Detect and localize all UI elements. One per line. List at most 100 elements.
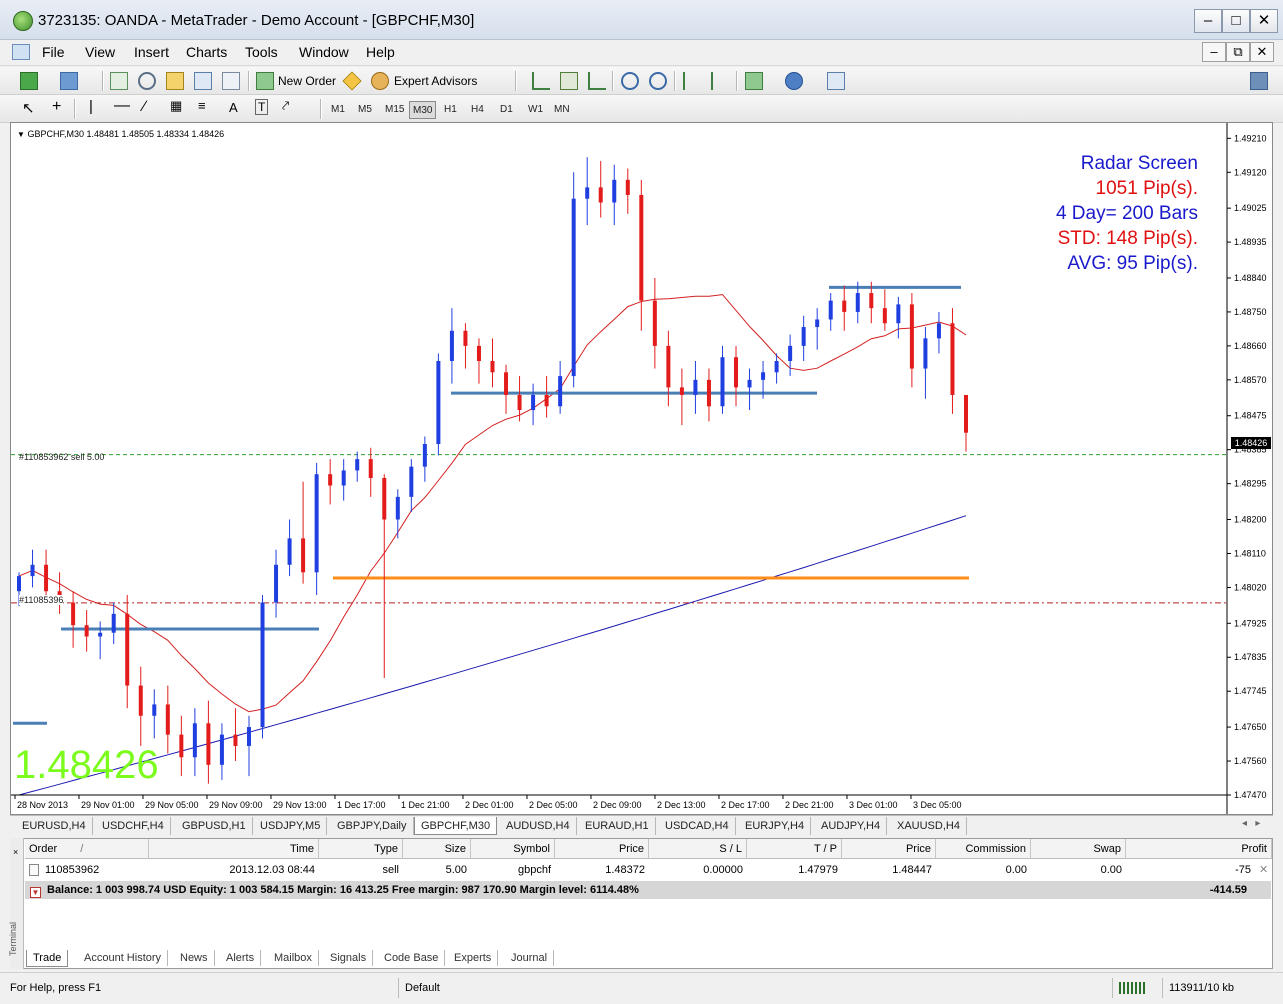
timeframe-d1[interactable]: D1	[497, 101, 516, 119]
menu-tools[interactable]: Tools	[245, 44, 278, 60]
minimize-button[interactable]: –	[1194, 9, 1222, 33]
menu-insert[interactable]: Insert	[134, 44, 169, 60]
chart-tab-gbpjpy[interactable]: GBPJPY,Daily	[331, 817, 414, 835]
mdi-close-button[interactable]: ✕	[1250, 42, 1274, 62]
menu-charts[interactable]: Charts	[186, 44, 227, 60]
tab-news[interactable]: News	[174, 950, 215, 966]
chart-tab-usdcad[interactable]: USDCAD,H4	[659, 817, 736, 835]
candlestick-chart-icon[interactable]	[560, 72, 578, 90]
bar-chart-icon[interactable]	[532, 72, 550, 90]
menu-file[interactable]: File	[42, 44, 65, 60]
timeframe-m15[interactable]: M15	[382, 101, 407, 119]
line-chart-icon[interactable]	[588, 72, 606, 90]
zoom-out-icon[interactable]	[649, 72, 667, 90]
status-profile[interactable]: Default	[398, 978, 698, 998]
tab-journal[interactable]: Journal	[505, 950, 555, 966]
timeframe-mn[interactable]: MN	[551, 101, 573, 119]
chart-shift-icon[interactable]	[711, 72, 729, 90]
zoom-in-icon[interactable]	[621, 72, 639, 90]
community-icon[interactable]	[1250, 72, 1268, 90]
col-profit[interactable]: Profit	[1126, 839, 1272, 859]
fibonacci-icon[interactable]: ≡	[198, 98, 206, 113]
timeframe-h4[interactable]: H4	[468, 101, 487, 119]
chart-tab-audjpy[interactable]: AUDJPY,H4	[815, 817, 888, 835]
cursor-icon[interactable]: ↖	[22, 99, 35, 117]
tab-mailbox[interactable]: Mailbox	[268, 950, 319, 966]
candle-body	[855, 293, 860, 312]
tab-trade[interactable]: Trade	[26, 950, 69, 967]
col-commission[interactable]: Commission	[936, 839, 1031, 859]
tab-account-history[interactable]: Account History	[78, 950, 169, 966]
new-chart-icon[interactable]	[20, 72, 38, 90]
mdi-minimize-button[interactable]: –	[1202, 42, 1226, 62]
candle-body	[30, 564, 35, 577]
col-tp[interactable]: T / P	[747, 839, 842, 859]
chart-tab-eurusd[interactable]: EURUSD,H4	[16, 817, 93, 835]
chart-tab-gbpchf[interactable]: GBPCHF,M30	[414, 817, 498, 835]
chart-window[interactable]: 1.49210 1.49120 1.49025 1.48935 1.48840 1.487…	[10, 122, 1273, 815]
chart-tab-eurjpy[interactable]: EURJPY,H4	[739, 817, 812, 835]
periods-icon[interactable]	[785, 72, 803, 90]
chart-tab-euraud[interactable]: EURAUD,H1	[579, 817, 656, 835]
timeframe-h1[interactable]: H1	[441, 101, 460, 119]
timeframe-m30[interactable]: M30	[409, 101, 437, 119]
col-symbol[interactable]: Symbol	[471, 839, 555, 859]
text-icon[interactable]: A	[229, 100, 238, 115]
expert-advisors-button[interactable]: Expert Advisors	[394, 74, 477, 88]
new-order-button[interactable]: New Order	[278, 74, 336, 88]
chart-tab-usdjpy[interactable]: USDJPY,M5	[254, 817, 328, 835]
crosshair-icon[interactable]: +	[52, 98, 61, 116]
col-swap[interactable]: Swap	[1031, 839, 1126, 859]
chart-tab-usdchf[interactable]: USDCHF,H4	[96, 817, 171, 835]
chart-tab-audusd[interactable]: AUDUSD,H4	[500, 817, 577, 835]
market-watch-icon[interactable]	[110, 72, 128, 90]
timeframe-m1[interactable]: M1	[328, 101, 348, 119]
connection-bars-icon[interactable]	[1112, 978, 1162, 998]
terminal-icon[interactable]	[194, 72, 212, 90]
text-label-icon[interactable]: T	[255, 99, 269, 115]
chart-tab-xauusd[interactable]: XAUUSD,H4	[891, 817, 967, 835]
tab-code-base[interactable]: Code Base	[378, 950, 446, 966]
col-size[interactable]: Size	[403, 839, 471, 859]
col-time[interactable]: Time	[149, 839, 319, 859]
expert-advisors-icon[interactable]	[371, 72, 389, 90]
maximize-button[interactable]: □	[1222, 9, 1250, 33]
close-button[interactable]: ✕	[1250, 9, 1278, 33]
col-current-price[interactable]: Price	[842, 839, 936, 859]
candle-body	[720, 357, 725, 407]
close-order-icon[interactable]: ✕	[1255, 861, 1271, 879]
trendline-icon[interactable]: ∕	[143, 98, 146, 115]
menu-help[interactable]: Help	[366, 44, 395, 60]
timeframe-m5[interactable]: M5	[355, 101, 375, 119]
tab-experts[interactable]: Experts	[448, 950, 499, 966]
indicators-icon[interactable]	[745, 72, 763, 90]
menu-view[interactable]: View	[85, 44, 115, 60]
menu-window[interactable]: Window	[299, 44, 349, 60]
tab-signals[interactable]: Signals	[324, 950, 374, 966]
col-price[interactable]: Price	[555, 839, 649, 859]
strategy-tester-icon[interactable]	[222, 72, 240, 90]
col-type[interactable]: Type	[319, 839, 403, 859]
order-row[interactable]: 110853962	[25, 861, 149, 879]
terminal-close-icon[interactable]: ×	[13, 848, 21, 857]
metaeditor-icon[interactable]	[342, 71, 362, 91]
templates-icon[interactable]	[827, 72, 845, 90]
chart-tab-gbpusd[interactable]: GBPUSD,H1	[176, 817, 253, 835]
child-window-icon[interactable]	[12, 44, 30, 60]
navigator-icon[interactable]	[138, 72, 156, 90]
tabs-scroll-arrows[interactable]: ◂ ▸	[1242, 818, 1260, 829]
arrows-icon[interactable]: ⤤	[282, 98, 289, 114]
tab-alerts[interactable]: Alerts	[220, 950, 262, 966]
col-order[interactable]: Order /	[25, 839, 149, 859]
channel-icon[interactable]: ▦	[170, 98, 182, 114]
horizontal-line-icon[interactable]: —	[114, 97, 130, 115]
col-sl[interactable]: S / L	[649, 839, 747, 859]
profiles-icon[interactable]	[60, 72, 78, 90]
auto-scroll-icon[interactable]	[683, 72, 701, 90]
data-window-icon[interactable]	[166, 72, 184, 90]
timeframe-w1[interactable]: W1	[525, 101, 546, 119]
order-size: 5.00	[445, 864, 467, 876]
mdi-restore-button[interactable]: ⧉	[1226, 42, 1250, 62]
vertical-line-icon[interactable]: |	[89, 98, 93, 115]
new-order-icon[interactable]	[256, 72, 274, 90]
